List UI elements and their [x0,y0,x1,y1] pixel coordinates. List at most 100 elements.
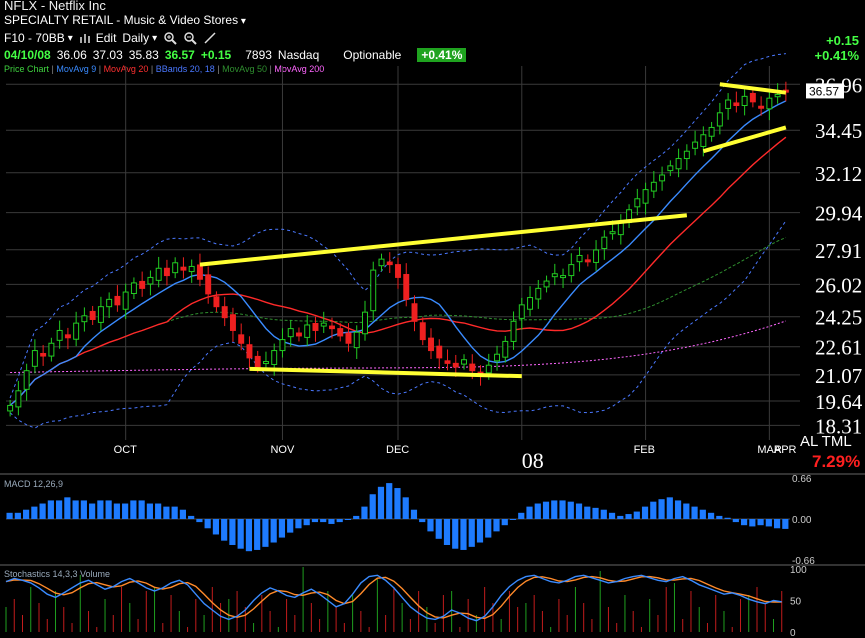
candle-body [386,261,393,266]
macd-bar [270,519,277,543]
macd-bar [14,512,21,519]
candle-body [262,361,269,365]
candle-body [188,265,195,273]
macd-bar [39,503,46,519]
macd-bar [287,519,294,533]
price-tick-label: 32.12 [815,162,862,186]
macd-bar [361,506,368,519]
candle-body [502,340,509,358]
macd-tick-label: 0.66 [792,474,812,485]
candle-body [593,249,600,263]
macd-bar [204,519,211,529]
candle-body [708,126,715,137]
month-axis: OCT NOV DEC 08 FEB MARAPR [114,444,797,473]
macd-bar [773,519,781,529]
candle-body [584,259,591,263]
candle-body [675,158,682,170]
candle-body [749,92,756,103]
price-chart[interactable]: 36.9634.4532.1229.9427.9126.0224.2522.61… [0,0,865,638]
macd-bar [501,519,508,526]
candle-body [535,287,542,300]
candle-body [229,314,236,331]
candle-body [692,141,699,149]
candle-body [7,404,14,412]
price-axis: 36.9634.4532.1229.9427.9126.0224.2522.61… [806,73,863,438]
candle-body [700,134,707,147]
ticker-badge[interactable]: AL TML [800,433,852,450]
macd-bar [278,519,286,538]
macd-bar [237,519,244,549]
macd-bar [386,483,393,519]
candle-body [304,324,311,338]
macd-bar [641,506,649,519]
candle-body [89,310,96,320]
macd-bar [691,506,698,519]
candle-body [428,337,434,352]
candle-body [485,364,492,374]
stoch-tick-label: 100 [790,565,807,576]
candle-body [543,280,550,288]
candle-body [147,276,154,285]
macd-bar [584,506,591,519]
macd-bar [724,517,731,519]
macd-bar [56,500,63,519]
candle-body [650,181,657,192]
macd-bar [196,519,203,523]
macd-bar [452,519,459,549]
ticker-pct: 7.29% [812,452,860,472]
candle-body [221,306,228,319]
macd-bar [534,503,541,519]
candle-body [106,298,113,308]
candle-body [642,189,649,204]
macd-bar [575,503,583,519]
candle-body [130,282,137,295]
candle-body [48,342,55,357]
candle-body [329,325,335,330]
macd-bar [493,519,500,532]
macd-bar [674,500,682,519]
candle-body [766,97,773,110]
candle-body [56,329,63,341]
macd-bar [212,519,220,535]
candle-body [254,355,261,368]
candle-body [494,353,501,362]
month-label: OCT [114,444,137,456]
macd-panel: MACD 12,26,9 0.660.00-0.66 [4,474,815,567]
macd-bar [146,503,153,519]
candle-body [667,165,674,172]
candle-body [295,332,302,337]
candle-body [15,390,22,408]
candle-body [337,328,344,337]
candle-body [31,350,38,367]
macd-bar [221,519,228,541]
candle-body [725,99,732,109]
candle-body [617,222,624,236]
macd-bar [229,519,236,545]
candle-body [634,198,641,208]
candle-body [122,291,129,310]
macd-bar [749,519,756,527]
candle-body [716,112,723,127]
macd-bar [707,512,715,519]
candle-body [576,254,583,263]
macd-bar [559,500,566,519]
candle-body [73,322,80,340]
candle-body [551,273,558,278]
macd-bar [262,519,269,547]
macd-bar [303,519,310,526]
macd-bar [344,519,352,520]
macd-bar [683,503,690,519]
candle-body [320,322,327,327]
macd-bar [765,519,772,527]
macd-bar [716,515,723,519]
ticker-badge-text: AL TML [800,433,852,450]
candle-body [114,295,121,306]
macd-bar [295,519,302,529]
macd-bar [509,519,517,520]
candle-body [196,264,203,280]
macd-bar [460,519,467,550]
macd-bar [336,519,343,523]
stoch-tick-label: 0 [790,628,796,638]
candle-body [419,322,426,341]
candle-body [733,102,740,107]
